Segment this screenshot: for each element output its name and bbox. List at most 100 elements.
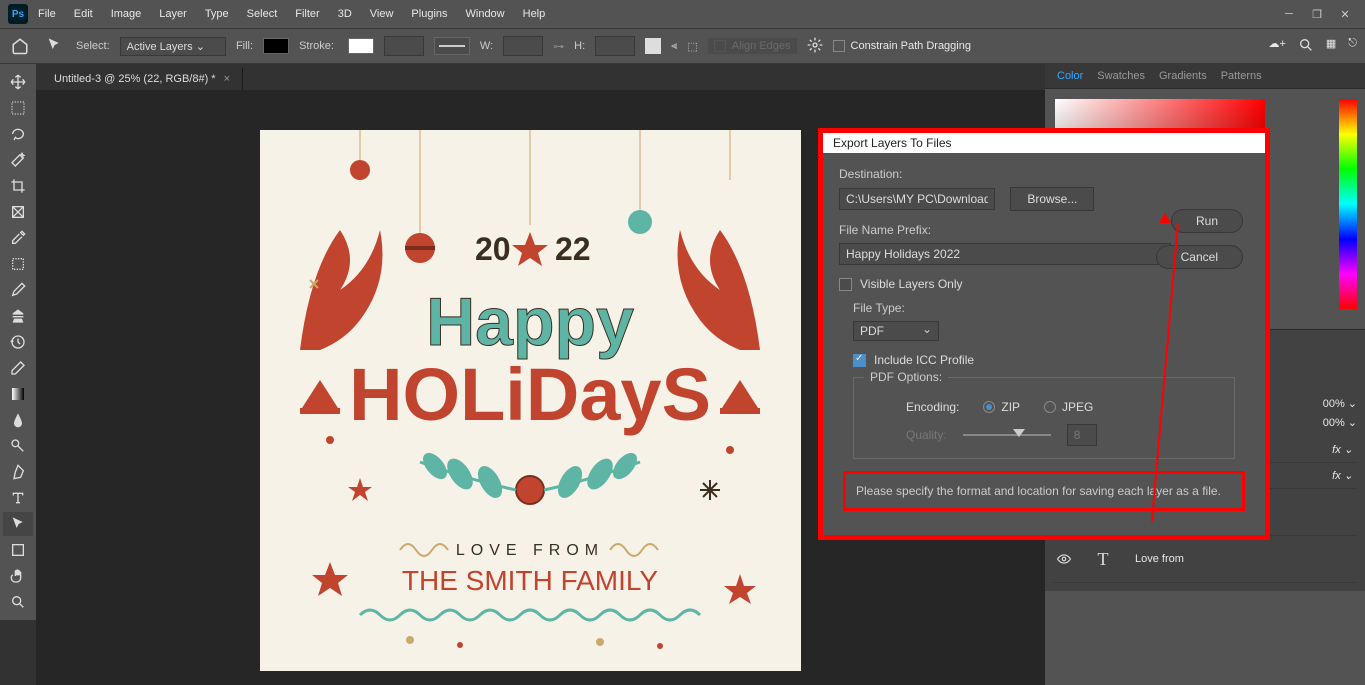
align-edges-disabled: Align Edges [708, 38, 797, 54]
cancel-button[interactable]: Cancel [1156, 245, 1243, 269]
zoom-tool-icon[interactable] [3, 590, 33, 614]
include-icc-checkbox[interactable]: Include ICC Profile [853, 353, 1249, 367]
path-operations-icon[interactable] [645, 38, 661, 54]
home-icon[interactable] [8, 34, 32, 58]
link-wh-icon[interactable]: ⊶ [553, 40, 564, 53]
destination-label: Destination: [839, 167, 1249, 181]
filetype-dropdown[interactable]: PDF [853, 321, 939, 341]
eyedropper-tool-icon[interactable] [3, 226, 33, 250]
width-label: W: [480, 40, 493, 52]
stroke-style-dropdown[interactable] [434, 37, 470, 55]
tab-patterns[interactable]: Patterns [1221, 70, 1262, 82]
crop-tool-icon[interactable] [3, 174, 33, 198]
stroke-swatch[interactable] [348, 38, 374, 54]
menu-edit[interactable]: Edit [66, 4, 101, 24]
layer-name: Love from [1135, 553, 1184, 565]
lasso-tool-icon[interactable] [3, 122, 33, 146]
dodge-tool-icon[interactable] [3, 434, 33, 458]
svg-text:HOLiDayS: HOLiDayS [349, 353, 711, 436]
brush-tool-icon[interactable] [3, 278, 33, 302]
menu-image[interactable]: Image [103, 4, 150, 24]
opacity-value[interactable]: 00% ⌄ [1323, 397, 1357, 410]
share-icon[interactable]: ⎋ [1348, 37, 1357, 56]
rectangle-tool-icon[interactable] [3, 538, 33, 562]
options-bar: Select: Active Layers ⌄ Fill: Stroke: W:… [0, 28, 1365, 64]
menu-bar: Ps File Edit Image Layer Type Select Fil… [0, 0, 1365, 28]
document-tab[interactable]: Untitled-3 @ 25% (22, RGB/8#) * × [42, 68, 243, 90]
browse-button[interactable]: Browse... [1010, 187, 1094, 211]
filetype-label: File Type: [853, 301, 1249, 315]
constrain-checkbox[interactable]: Constrain Path Dragging [833, 40, 971, 52]
move-tool-icon[interactable] [3, 70, 33, 94]
select-mode-dropdown[interactable]: Active Layers ⌄ [120, 37, 226, 56]
quality-label: Quality: [906, 428, 947, 442]
window-restore-icon[interactable]: ❐ [1309, 6, 1325, 22]
path-selection-tool-icon[interactable] [42, 33, 66, 60]
gradient-tool-icon[interactable] [3, 382, 33, 406]
window-minimize-icon[interactable]: ─ [1281, 6, 1297, 22]
holiday-artwork: 20 22 Happy HOLiDayS [260, 130, 801, 671]
quality-slider [963, 434, 1051, 436]
path-arrangement-icon[interactable]: ⬚ [687, 40, 697, 53]
menu-view[interactable]: View [362, 4, 402, 24]
clone-stamp-tool-icon[interactable] [3, 304, 33, 328]
height-input[interactable] [595, 36, 635, 56]
menu-layer[interactable]: Layer [151, 4, 195, 24]
menu-file[interactable]: File [30, 4, 64, 24]
workspace-icon[interactable]: ▦ [1326, 37, 1336, 56]
history-brush-tool-icon[interactable] [3, 330, 33, 354]
marquee-tool-icon[interactable] [3, 96, 33, 120]
window-close-icon[interactable]: ✕ [1337, 6, 1353, 22]
frame-tool-icon[interactable] [3, 200, 33, 224]
healing-brush-tool-icon[interactable] [3, 252, 33, 276]
menu-type[interactable]: Type [197, 4, 237, 24]
run-button[interactable]: Run [1171, 209, 1243, 233]
width-input[interactable] [503, 36, 543, 56]
type-tool-icon[interactable] [3, 486, 33, 510]
status-message: Please specify the format and location f… [843, 471, 1245, 511]
svg-text:Happy: Happy [426, 284, 634, 360]
tab-swatches[interactable]: Swatches [1097, 70, 1145, 82]
tab-gradients[interactable]: Gradients [1159, 70, 1207, 82]
height-label: H: [574, 40, 585, 52]
select-label: Select: [76, 40, 110, 52]
hue-slider[interactable] [1339, 99, 1357, 309]
fill-swatch[interactable] [263, 38, 289, 54]
path-alignment-icon[interactable]: ⫷ [671, 40, 677, 53]
menu-3d[interactable]: 3D [330, 4, 360, 24]
visible-layers-checkbox[interactable]: Visible Layers Only [839, 277, 1249, 291]
menu-filter[interactable]: Filter [287, 4, 327, 24]
fx-badge: fx ⌄ [1332, 469, 1353, 482]
hand-tool-icon[interactable] [3, 564, 33, 588]
destination-input[interactable] [839, 188, 995, 210]
encoding-zip-radio[interactable]: ZIP [983, 400, 1020, 414]
prefix-input[interactable] [839, 243, 1171, 265]
fill-value[interactable]: 00% ⌄ [1323, 416, 1357, 429]
visibility-icon[interactable] [1057, 552, 1071, 566]
menu-window[interactable]: Window [458, 4, 513, 24]
svg-text:LOVE FROM: LOVE FROM [456, 542, 604, 559]
tab-close-icon[interactable]: × [224, 73, 230, 85]
magic-wand-tool-icon[interactable] [3, 148, 33, 172]
dialog-title: Export Layers To Files [823, 133, 1265, 153]
svg-text:22: 22 [555, 231, 591, 267]
search-icon[interactable] [1298, 37, 1314, 56]
fill-label: Fill: [236, 40, 253, 52]
svg-text:THE SMITH FAMILY: THE SMITH FAMILY [402, 565, 658, 596]
layer-row[interactable]: T Love from [1053, 536, 1357, 583]
menu-select[interactable]: Select [239, 4, 286, 24]
panel-tab-strip: Color Swatches Gradients Patterns [1045, 64, 1365, 89]
encoding-jpeg-radio[interactable]: JPEG [1044, 400, 1093, 414]
cloud-docs-icon[interactable]: ☁+ [1268, 37, 1285, 56]
stroke-width-input[interactable] [384, 36, 424, 56]
path-selection-tool-icon[interactable] [3, 512, 33, 536]
blur-tool-icon[interactable] [3, 408, 33, 432]
pen-tool-icon[interactable] [3, 460, 33, 484]
annotation-arrowhead [1159, 213, 1171, 223]
gear-icon[interactable] [807, 37, 823, 56]
eraser-tool-icon[interactable] [3, 356, 33, 380]
menu-plugins[interactable]: Plugins [403, 4, 455, 24]
layer-thumb-icon: T [1083, 542, 1123, 576]
tab-color[interactable]: Color [1057, 70, 1083, 82]
menu-help[interactable]: Help [515, 4, 554, 24]
